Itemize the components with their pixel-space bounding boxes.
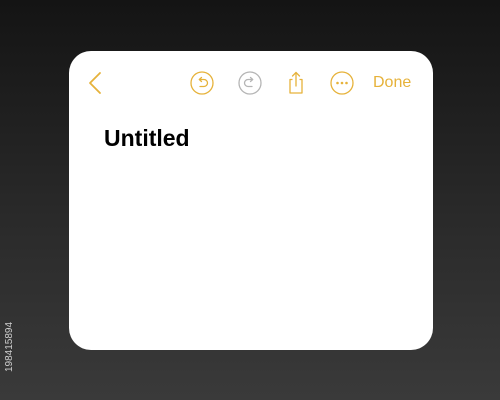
share-button[interactable] [283, 70, 309, 96]
chevron-left-icon [83, 70, 109, 96]
done-button[interactable]: Done [373, 73, 411, 93]
toolbar: Done [69, 51, 433, 115]
more-icon [329, 70, 355, 96]
stock-id-text: 198415894 [4, 321, 15, 372]
share-icon [283, 70, 309, 96]
undo-icon [189, 70, 215, 96]
note-title[interactable]: Untitled [104, 124, 190, 152]
more-button[interactable] [329, 70, 355, 96]
undo-button[interactable] [189, 70, 215, 96]
note-window: Done Untitled [69, 51, 433, 350]
back-button[interactable] [83, 70, 109, 96]
redo-button[interactable] [237, 70, 263, 96]
redo-icon [237, 70, 263, 96]
stock-id-watermark: 198415894 [4, 282, 18, 372]
